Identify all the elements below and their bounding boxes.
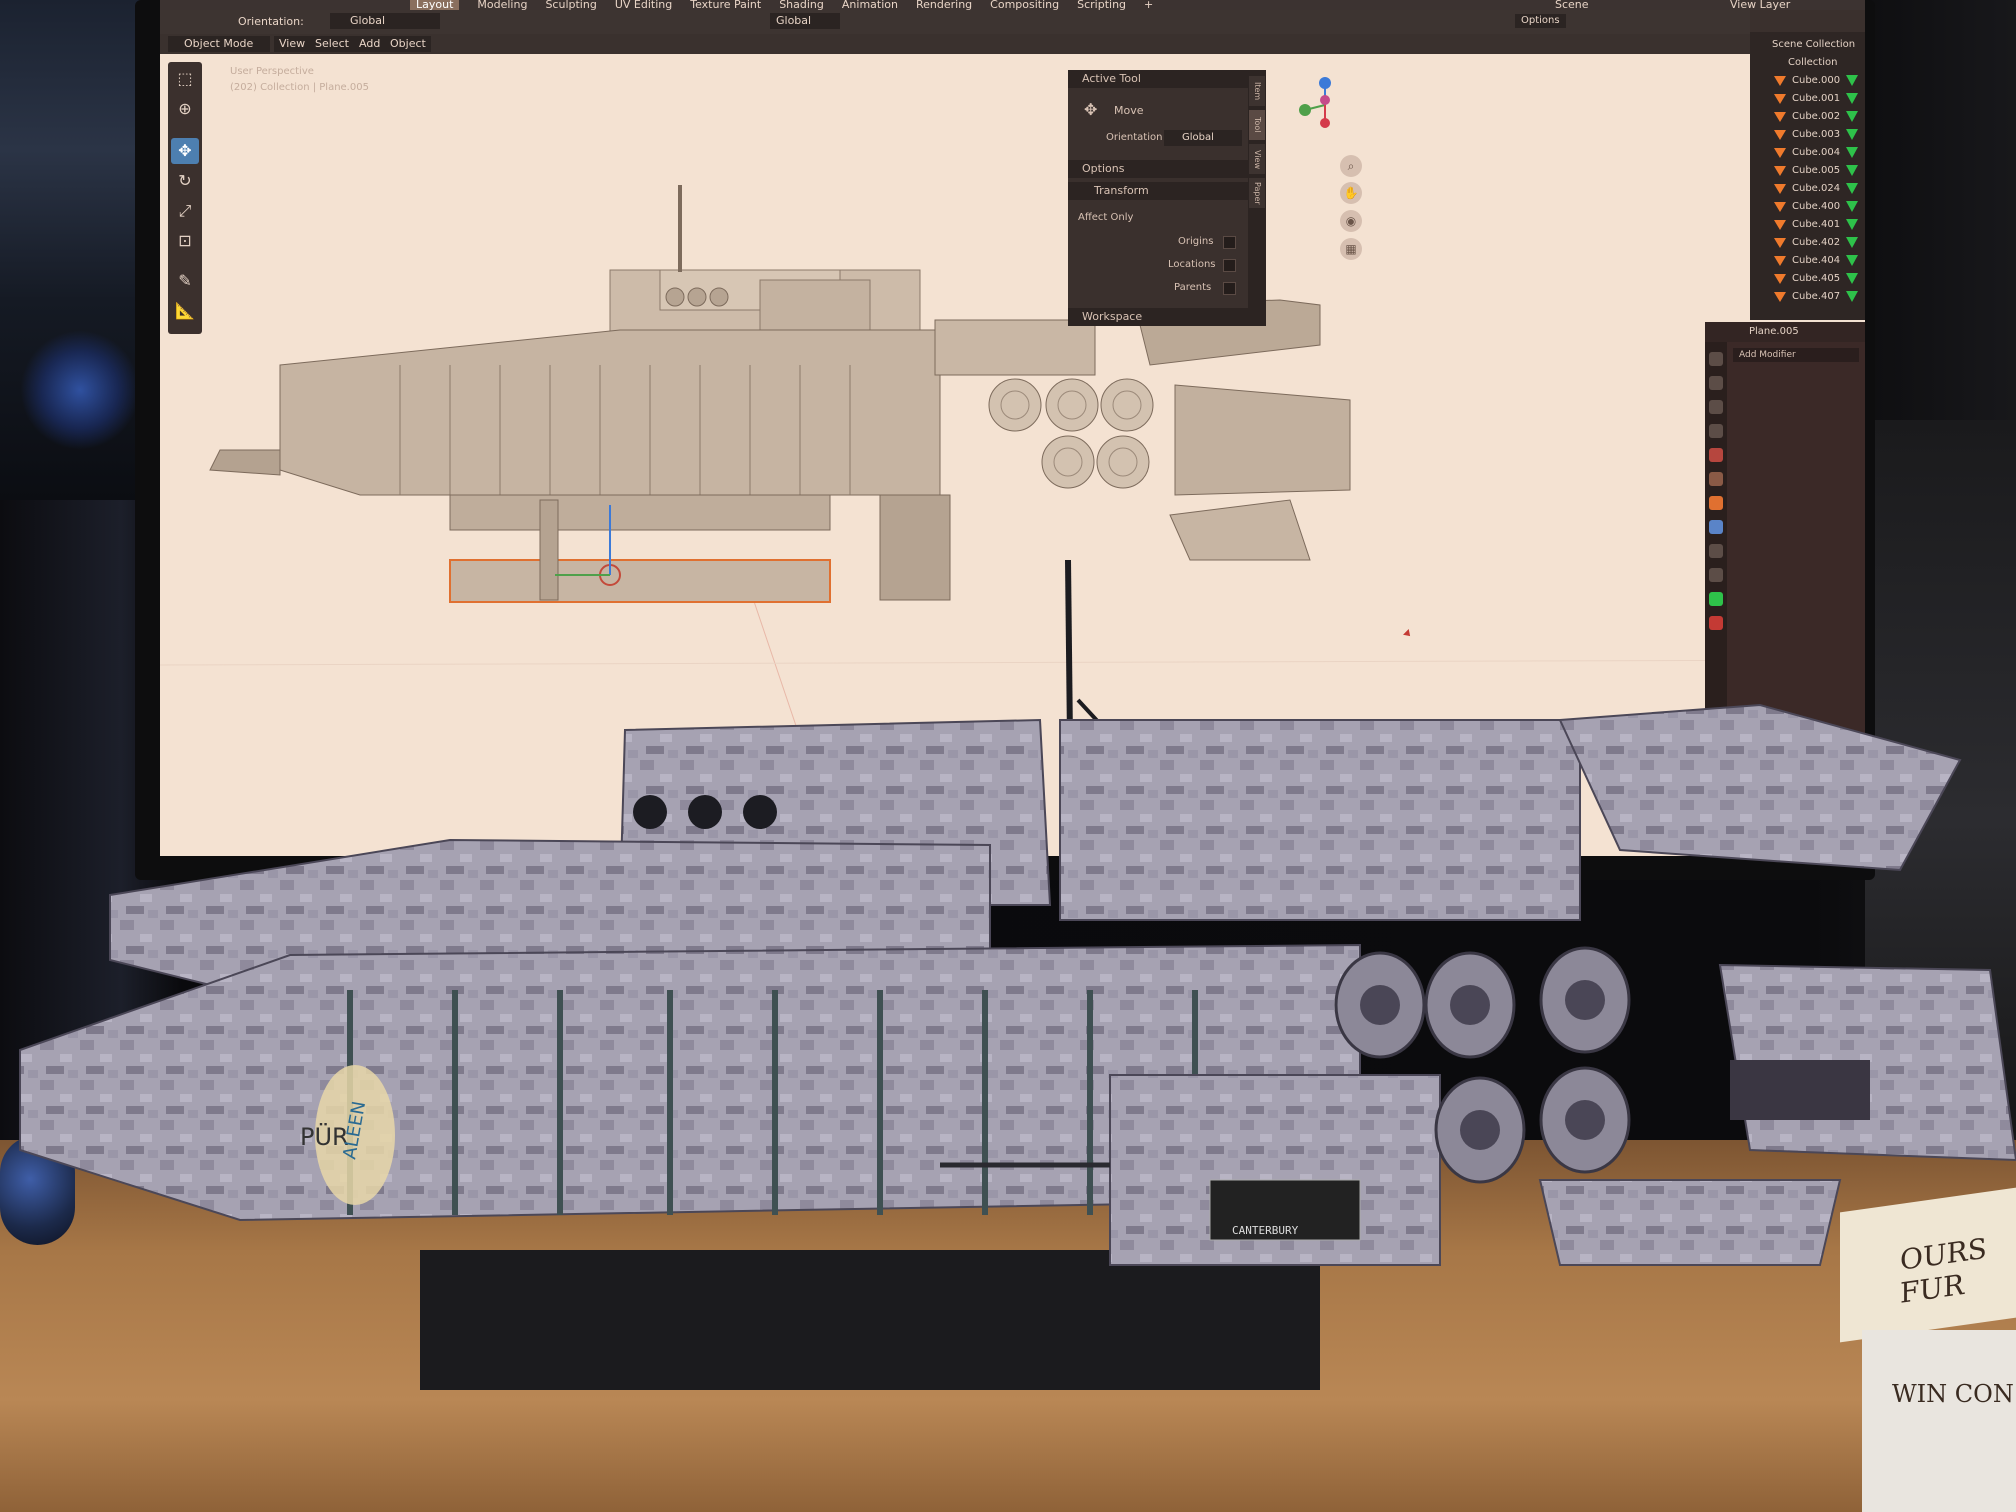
book-top-title: OURS FUR — [1900, 1231, 1987, 1310]
book-bottom-title: WIN CON — [1892, 1380, 2014, 1408]
book-top: OURS FUR — [1840, 1187, 2016, 1343]
book-stack: OURS FUR WIN CON — [1840, 1187, 2016, 1512]
photo-scene: Layout Modeling Sculpting UV Editing Tex… — [0, 0, 2016, 1512]
nameplate-text: CANTERBURY — [1232, 1224, 1299, 1237]
papercraft-ship-model: PÜR ALEEN CANTERBURY — [19, 559, 2016, 1390]
book-bottom: WIN CON — [1862, 1330, 2016, 1512]
